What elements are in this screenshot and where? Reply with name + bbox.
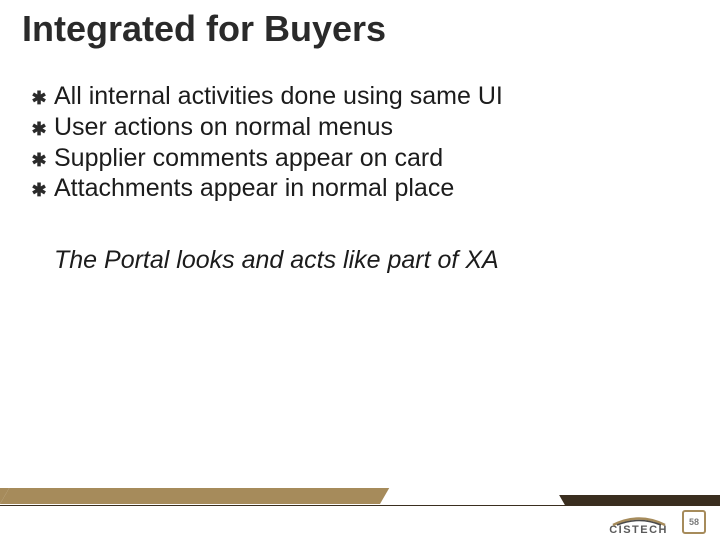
- bullet-text: All internal activities done using same …: [54, 82, 503, 111]
- page-title: Integrated for Buyers: [22, 8, 386, 50]
- logo: CISTECH: [609, 516, 668, 536]
- footer: CISTECH 58: [0, 506, 720, 540]
- bullet-icon: ✱: [30, 150, 48, 171]
- decor-bar-tan: [0, 488, 389, 504]
- tagline: The Portal looks and acts like part of X…: [54, 246, 690, 275]
- logo-arc-icon: [611, 516, 667, 526]
- bullet-icon: ✱: [30, 180, 48, 201]
- bullet-text: Attachments appear in normal place: [54, 174, 454, 203]
- slide: Integrated for Buyers ✱ All internal act…: [0, 0, 720, 540]
- bullet-text: Supplier comments appear on card: [54, 144, 443, 173]
- list-item: ✱ All internal activities done using sam…: [30, 82, 690, 111]
- bullet-icon: ✱: [30, 119, 48, 140]
- list-item: ✱ User actions on normal menus: [30, 113, 690, 142]
- bullet-text: User actions on normal menus: [54, 113, 393, 142]
- list-item: ✱ Attachments appear in normal place: [30, 174, 690, 203]
- bullet-list: ✱ All internal activities done using sam…: [30, 82, 690, 205]
- bullet-icon: ✱: [30, 88, 48, 109]
- decor-bar-dark-wedge: [559, 495, 720, 505]
- page-number-badge: 58: [682, 510, 706, 534]
- list-item: ✱ Supplier comments appear on card: [30, 144, 690, 173]
